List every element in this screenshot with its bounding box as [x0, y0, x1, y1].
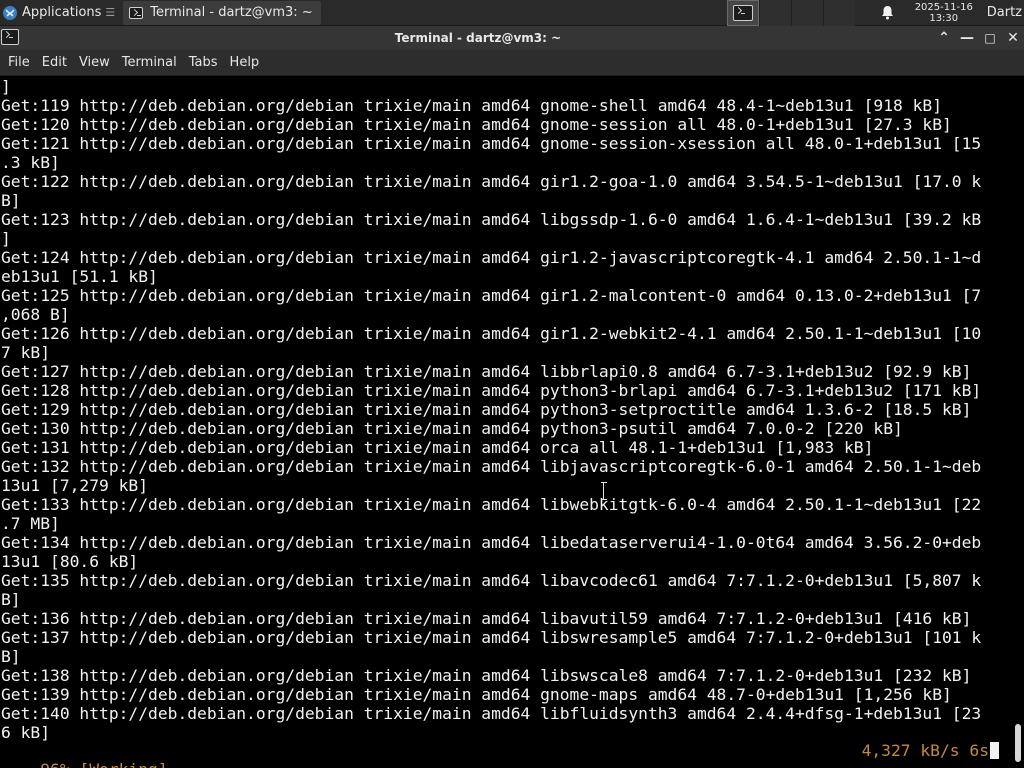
workspace-switcher — [726, 0, 855, 26]
maximize-button[interactable]: □ — [979, 26, 1001, 50]
terminal-line: ] — [1, 77, 11, 96]
taskbar-terminal-button[interactable]: Terminal - dartz@vm3: ~ — [123, 0, 321, 25]
workspace-2[interactable] — [758, 0, 791, 26]
terminal-line: 7 kB] — [1, 343, 51, 362]
terminal-line: B] — [1, 590, 21, 609]
terminal-line: Get:127 http://deb.debian.org/debian tri… — [1, 362, 972, 381]
terminal-cursor — [990, 742, 999, 759]
terminal-line: 13u1 [7,279 kB] — [1, 476, 149, 495]
taskbar-terminal-label: Terminal - dartz@vm3: ~ — [150, 5, 313, 20]
applications-menu-button[interactable]: Applications ☰ — [0, 0, 119, 26]
terminal-icon — [732, 4, 753, 21]
menu-terminal[interactable]: Terminal — [116, 50, 183, 76]
download-speed: 4,327 kB/s 6s — [861, 741, 989, 760]
menu-edit[interactable]: Edit — [36, 50, 73, 76]
scrollbar[interactable] — [1014, 76, 1022, 768]
workspace-3[interactable] — [790, 0, 823, 26]
terminal-line: B] — [1, 647, 21, 666]
text-cursor-icon — [601, 482, 607, 500]
menu-file[interactable]: File — [2, 50, 36, 76]
xfce-logo-icon — [3, 5, 17, 20]
terminal-line: 13u1 [80.6 kB] — [1, 552, 139, 571]
bell-icon[interactable] — [873, 0, 903, 26]
close-button[interactable]: ✕ — [1002, 26, 1024, 50]
terminal-icon — [129, 6, 144, 19]
terminal-line: Get:123 http://deb.debian.org/debian tri… — [1, 210, 982, 229]
status-line: 96% [Working] 4,327 kB/s 6s — [1, 741, 1007, 768]
workspace-4[interactable] — [822, 0, 855, 26]
top-panel: Applications ☰ Terminal - dartz@vm3: ~ 2… — [0, 0, 1024, 26]
workspace-1[interactable] — [726, 0, 759, 26]
terminal-line: eb13u1 [51.1 kB] — [1, 267, 158, 286]
terminal-line: Get:135 http://deb.debian.org/debian tri… — [1, 571, 982, 590]
window-title: Terminal - dartz@vm3: ~ — [394, 31, 562, 45]
terminal-line: B] — [1, 191, 21, 210]
shade-button[interactable]: ⌃ — [933, 26, 955, 50]
terminal-line: Get:124 http://deb.debian.org/debian tri… — [1, 248, 982, 267]
minimize-button[interactable]: — — [956, 26, 978, 50]
applications-menu-icon: ☰ — [105, 6, 116, 19]
terminal-line: 6 kB] — [1, 723, 51, 742]
terminal-line: Get:136 http://deb.debian.org/debian tri… — [1, 609, 972, 628]
terminal-line: Get:140 http://deb.debian.org/debian tri… — [1, 704, 982, 723]
terminal-line: Get:134 http://deb.debian.org/debian tri… — [1, 533, 982, 552]
terminal-line: ,068 B] — [1, 305, 70, 324]
applications-label: Applications — [22, 5, 102, 20]
clock[interactable]: 2025-11-16 13:30 — [907, 2, 981, 24]
notification-bell-icon — [882, 6, 894, 20]
terminal-line: Get:139 http://deb.debian.org/debian tri… — [1, 685, 952, 704]
terminal-line: Get:138 http://deb.debian.org/debian tri… — [1, 666, 972, 685]
clock-time: 13:30 — [929, 12, 959, 24]
terminal-line: Get:119 http://deb.debian.org/debian tri… — [1, 96, 943, 115]
menu-view[interactable]: View — [73, 50, 116, 76]
terminal-line: Get:121 http://deb.debian.org/debian tri… — [1, 134, 982, 153]
clock-date: 2025-11-16 — [914, 1, 973, 13]
terminal-line: Get:132 http://deb.debian.org/debian tri… — [1, 457, 982, 476]
terminal-line: Get:137 http://deb.debian.org/debian tri… — [1, 628, 982, 647]
progress-text: 96% [Working] — [40, 760, 167, 768]
terminal-line: Get:133 http://deb.debian.org/debian tri… — [1, 495, 982, 514]
user-menu[interactable]: Dartz — [981, 5, 1024, 20]
terminal-line: Get:126 http://deb.debian.org/debian tri… — [1, 324, 982, 343]
menu-help[interactable]: Help — [224, 50, 266, 76]
terminal-lines: ] Get:119 http://deb.debian.org/debian tr… — [1, 77, 1007, 742]
terminal-line: .7 MB] — [1, 514, 60, 533]
terminal-line: Get:122 http://deb.debian.org/debian tri… — [1, 172, 982, 191]
terminal-line: Get:130 http://deb.debian.org/debian tri… — [1, 419, 903, 438]
terminal-output-area[interactable]: ] Get:119 http://deb.debian.org/debian tr… — [0, 76, 1024, 768]
terminal-line: Get:128 http://deb.debian.org/debian tri… — [1, 381, 982, 400]
terminal-line: Get:129 http://deb.debian.org/debian tri… — [1, 400, 972, 419]
terminal-line: Get:125 http://deb.debian.org/debian tri… — [1, 286, 982, 305]
terminal-line: ] — [1, 229, 11, 248]
menu-tabs[interactable]: Tabs — [183, 50, 224, 76]
window-titlebar[interactable]: Terminal - dartz@vm3: ~ ⌃ — □ ✕ — [0, 26, 1024, 50]
menu-bar: File Edit View Terminal Tabs Help — [0, 50, 1024, 76]
terminal-line: .3 kB] — [1, 153, 60, 172]
terminal-line: Get:120 http://deb.debian.org/debian tri… — [1, 115, 952, 134]
terminal-line: Get:131 http://deb.debian.org/debian tri… — [1, 438, 874, 457]
scrollbar-thumb[interactable] — [1015, 724, 1021, 762]
